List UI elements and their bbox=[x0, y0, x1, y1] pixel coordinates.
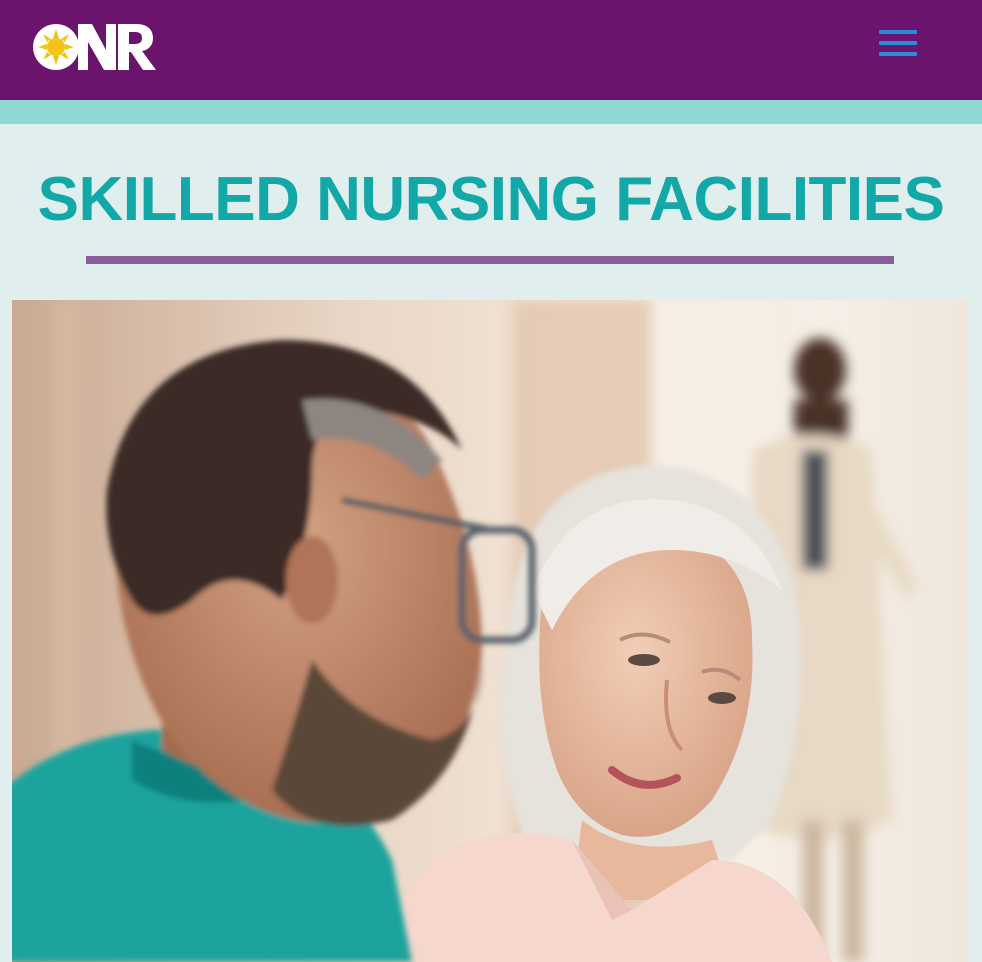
accent-band bbox=[0, 100, 982, 124]
onr-logo-mark bbox=[33, 24, 156, 70]
onr-logo[interactable] bbox=[32, 20, 156, 74]
hero-photo bbox=[12, 300, 968, 962]
hamburger-menu-icon[interactable] bbox=[872, 26, 924, 62]
nurse-with-senior-resident-photo bbox=[12, 300, 968, 962]
page-title: SKILLED NURSING FACILITIES bbox=[37, 165, 945, 234]
menu-bar bbox=[879, 41, 917, 45]
menu-bar bbox=[879, 52, 917, 56]
title-underline bbox=[86, 256, 894, 264]
menu-bar bbox=[879, 30, 917, 34]
site-header bbox=[0, 0, 982, 100]
